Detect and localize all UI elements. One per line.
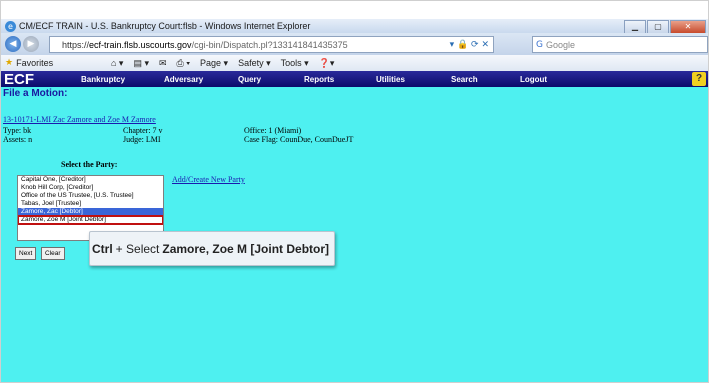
home-icon[interactable]: ⌂ ▾ bbox=[111, 58, 123, 69]
ecf-logo[interactable]: ECF bbox=[4, 71, 64, 88]
case-type: Type: bk bbox=[3, 126, 32, 135]
url-input[interactable]: https:// ecf-train.flsb.uscourts.gov /cg… bbox=[49, 36, 494, 53]
menu-adversary[interactable]: Adversary bbox=[164, 75, 203, 84]
list-item[interactable]: Knob Hill Corp, [Creditor] bbox=[18, 184, 163, 192]
select-party-label: Select the Party: bbox=[61, 160, 118, 169]
google-icon: G bbox=[536, 39, 543, 50]
search-placeholder: Google bbox=[545, 39, 576, 50]
list-item[interactable]: Tabas, Joel [Trustee] bbox=[18, 200, 163, 208]
minimize-icon[interactable]: ▁ bbox=[624, 20, 646, 34]
menu-search[interactable]: Search bbox=[451, 75, 478, 84]
list-item[interactable]: Office of the US Trustee, [U.S. Trustee] bbox=[18, 192, 163, 200]
help-icon[interactable]: ? bbox=[692, 72, 706, 86]
screenshot-frame: e CM/ECF TRAIN - U.S. Bankruptcy Court:f… bbox=[0, 0, 709, 383]
window-title-bar: e CM/ECF TRAIN - U.S. Bankruptcy Court:f… bbox=[1, 19, 708, 34]
forward-icon[interactable]: ▶ bbox=[23, 36, 39, 52]
url-host: ecf-train.flsb.uscourts.gov bbox=[89, 39, 192, 50]
callout-plus: + Select bbox=[115, 241, 160, 256]
clear-button[interactable]: Clear bbox=[41, 247, 65, 260]
ie-icon: e bbox=[5, 20, 16, 32]
next-button[interactable]: Next bbox=[15, 247, 37, 260]
menu-bankruptcy[interactable]: Bankruptcy bbox=[81, 75, 125, 84]
window-title: CM/ECF TRAIN - U.S. Bankruptcy Court:fls… bbox=[19, 21, 311, 31]
help-menu[interactable]: ❓▾ bbox=[319, 58, 335, 69]
case-office: Office: 1 (Miami) bbox=[244, 126, 302, 135]
case-assets: Assets: n bbox=[3, 135, 33, 144]
callout-key: Ctrl bbox=[92, 241, 113, 256]
favorites-star-icon[interactable]: ★ bbox=[5, 58, 13, 68]
case-flag: Case Flag: CounDue, CounDueJT bbox=[244, 135, 354, 144]
page-menu[interactable]: Page ▾ bbox=[200, 58, 228, 69]
window-controls: ▁ ▢ ✕ bbox=[623, 20, 706, 34]
case-judge: Judge: LMI bbox=[123, 135, 161, 144]
feeds-icon[interactable]: ▤ ▾ bbox=[133, 58, 149, 69]
mail-icon[interactable]: ✉ bbox=[159, 58, 167, 69]
command-bar: ⌂ ▾ ▤ ▾ ✉ ⎙ ▾ Page ▾ Safety ▾ Tools ▾ ❓▾ bbox=[111, 58, 334, 69]
list-item-selected[interactable]: Zamore, Zac [Debtor] bbox=[18, 208, 163, 216]
print-icon[interactable]: ⎙ ▾ bbox=[177, 58, 190, 69]
menu-reports[interactable]: Reports bbox=[304, 75, 334, 84]
page-title: File a Motion: bbox=[3, 88, 68, 99]
list-item[interactable]: Capital One, [Creditor] bbox=[18, 176, 163, 184]
close-icon[interactable]: ✕ bbox=[670, 20, 706, 34]
back-icon[interactable]: ◀ bbox=[5, 36, 21, 52]
favorites-button[interactable]: Favorites bbox=[16, 58, 53, 68]
callout-target: Zamore, Zoe M [Joint Debtor] bbox=[162, 241, 330, 256]
case-chapter: Chapter: 7 v bbox=[123, 126, 163, 135]
address-bar: ◀ ▶ https:// ecf-train.flsb.uscourts.gov… bbox=[1, 33, 708, 55]
ecf-menu-bar: ECF Bankruptcy Adversary Query Reports U… bbox=[1, 71, 708, 88]
list-item-highlighted[interactable]: Zamore, Zoe M [Joint Debtor] bbox=[18, 215, 163, 225]
instruction-callout: Ctrl + Select Zamore, Zoe M [Joint Debto… bbox=[89, 231, 335, 266]
maximize-icon[interactable]: ▢ bbox=[647, 20, 669, 34]
menu-logout[interactable]: Logout bbox=[520, 75, 547, 84]
menu-query[interactable]: Query bbox=[238, 75, 261, 84]
page-content: ECF Bankruptcy Adversary Query Reports U… bbox=[1, 71, 708, 382]
safety-menu[interactable]: Safety ▾ bbox=[238, 58, 271, 69]
case-number-link[interactable]: 13-10171-LMI Zac Zamore and Zoe M Zamore bbox=[3, 115, 156, 124]
url-path: /cgi-bin/Dispatch.pl?133141841435375 bbox=[191, 39, 348, 50]
url-scheme: https:// bbox=[62, 39, 90, 50]
add-party-link[interactable]: Add/Create New Party bbox=[172, 175, 245, 184]
favorites-bar: ★ Favorites ⌂ ▾ ▤ ▾ ✉ ⎙ ▾ Page ▾ Safety … bbox=[1, 55, 708, 72]
url-actions[interactable]: ▾ 🔒 ⟳ ✕ bbox=[450, 40, 489, 50]
search-input[interactable]: G Google bbox=[532, 36, 708, 53]
menu-utilities[interactable]: Utilities bbox=[376, 75, 405, 84]
tools-menu[interactable]: Tools ▾ bbox=[281, 58, 309, 69]
